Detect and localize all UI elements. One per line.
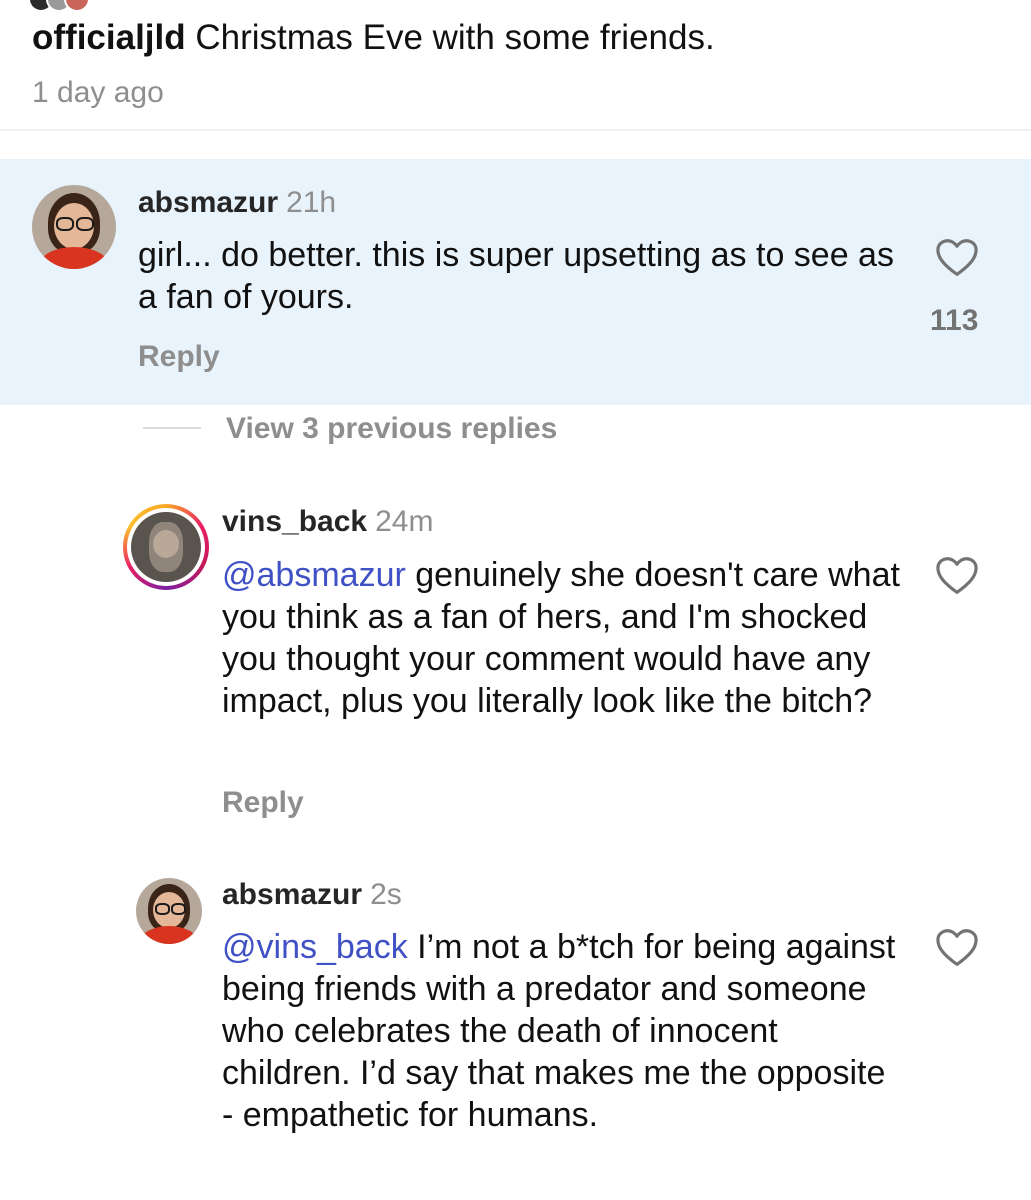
mention-link[interactable]: @absmazur xyxy=(222,556,406,594)
mention-link[interactable]: @vins_back xyxy=(222,928,408,966)
comment-time: 21h xyxy=(286,186,337,219)
caption-text: Christmas Eve with some friends. xyxy=(195,18,715,57)
liked-by-avatars[interactable] xyxy=(28,0,148,12)
post-caption: officialjld Christmas Eve with some frie… xyxy=(32,16,715,60)
view-previous-replies-button[interactable]: View 3 previous replies xyxy=(226,412,557,446)
reply-button[interactable]: Reply xyxy=(222,786,304,820)
reply-text: @vins_back I’m not a b*tch for being aga… xyxy=(222,928,896,1134)
avatar xyxy=(64,0,90,12)
reply-time: 2s xyxy=(370,878,402,911)
reply-button[interactable]: Reply xyxy=(138,340,220,374)
avatar[interactable] xyxy=(123,504,209,590)
heart-icon[interactable] xyxy=(935,238,979,278)
divider xyxy=(143,427,201,429)
comment-text: girl... do better. this is super upsetti… xyxy=(138,236,894,316)
divider xyxy=(0,129,1031,131)
reply-username[interactable]: absmazur 2s xyxy=(222,878,402,912)
avatar[interactable] xyxy=(136,878,202,944)
like-count[interactable]: 113 xyxy=(930,304,978,338)
heart-icon[interactable] xyxy=(935,928,979,968)
caption-username[interactable]: officialjld xyxy=(32,18,186,57)
reply-username[interactable]: vins_back 24m xyxy=(222,505,433,539)
heart-icon[interactable] xyxy=(935,556,979,596)
comment-username[interactable]: absmazur 21h xyxy=(138,186,336,220)
reply-time: 24m xyxy=(375,505,434,538)
reply-text: @absmazur genuinely she doesn't care wha… xyxy=(222,556,900,720)
caption-timestamp: 1 day ago xyxy=(32,76,164,109)
avatar[interactable] xyxy=(32,185,116,269)
